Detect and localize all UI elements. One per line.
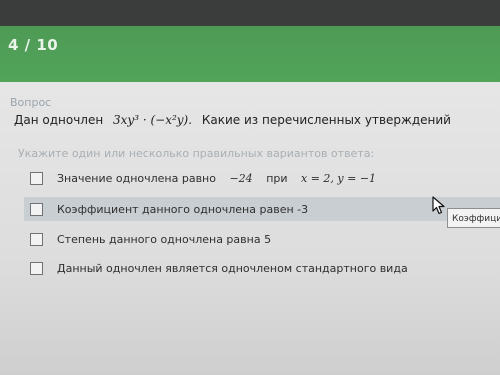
question-suffix: Какие из перечисленных утверждений <box>201 113 451 127</box>
answer-option-4[interactable]: Данный одночлен является одночленом стан… <box>24 256 500 280</box>
option-checkbox[interactable] <box>30 171 43 185</box>
option-text: Значение одночлена равно <box>57 171 216 185</box>
question-monomial: 3xy³ · (−x²y). <box>113 113 193 127</box>
option-label: Данный одночлен является одночленом стан… <box>57 261 408 275</box>
tooltip: Коэффици <box>447 208 500 228</box>
option-math-condition: x = 2, y = −1 <box>301 171 377 185</box>
option-label: Значение одночлена равно −24 при x = 2, … <box>57 172 386 185</box>
answer-hint: Укажите один или несколько правильных ва… <box>18 147 375 160</box>
option-label: Коэффициент данного одночлена равен -3 <box>57 202 309 216</box>
mouse-pointer-icon <box>432 196 445 215</box>
question-label: Вопрос <box>10 96 52 109</box>
question-counter: 4 / 10 <box>8 36 59 54</box>
answer-option-2[interactable]: Коэффициент данного одночлена равен -3 <box>24 197 500 221</box>
question-prefix: Дан одночлен <box>14 113 104 127</box>
option-checkbox[interactable] <box>30 202 43 216</box>
progress-header: 4 / 10 <box>0 0 500 82</box>
answer-option-3[interactable]: Степень данного одночлена равна 5 <box>24 227 500 251</box>
question-stem: Дан одночлен 3xy³ · (−x²y). Какие из пер… <box>14 113 500 127</box>
option-math-value: −24 <box>229 171 253 185</box>
answer-option-1[interactable]: Значение одночлена равно −24 при x = 2, … <box>24 166 500 190</box>
option-checkbox[interactable] <box>30 232 43 246</box>
option-label: Степень данного одночлена равна 5 <box>57 232 272 246</box>
option-text-connector: при <box>266 171 288 185</box>
option-checkbox[interactable] <box>30 261 43 275</box>
